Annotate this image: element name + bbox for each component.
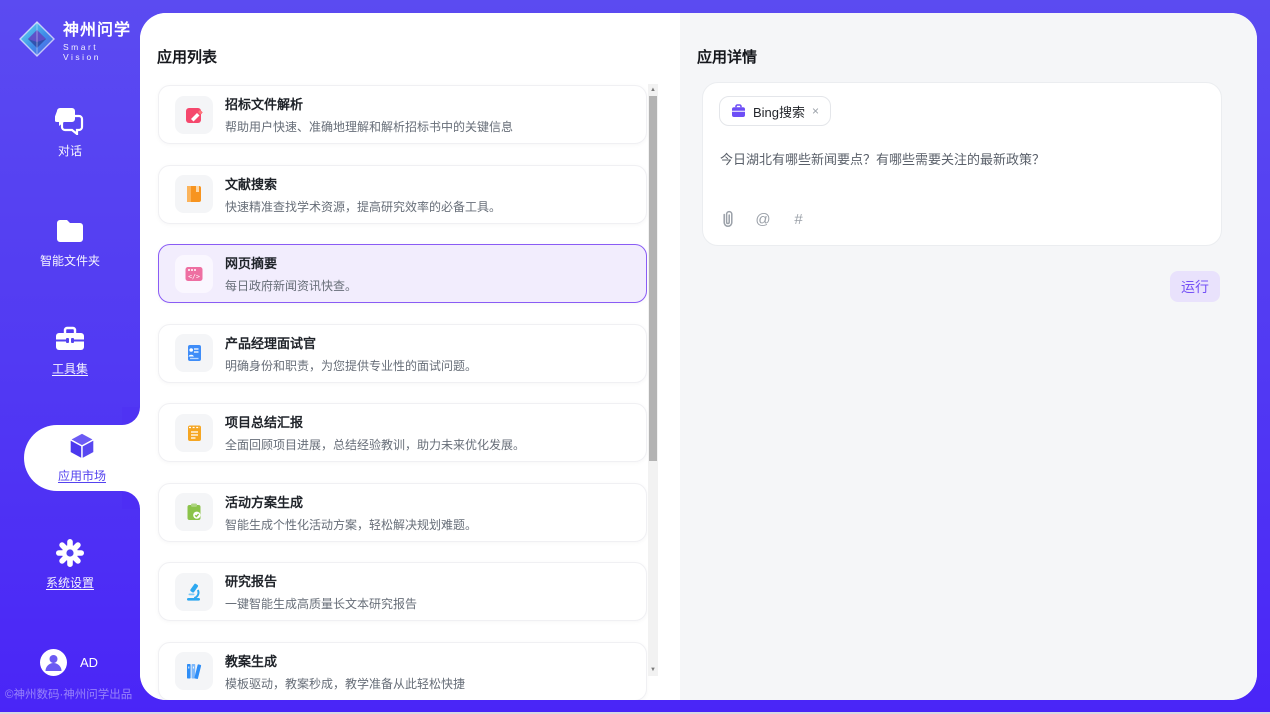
- app-list-scrollbar[interactable]: ▲ ▼: [648, 84, 658, 676]
- avatar[interactable]: [40, 649, 67, 676]
- app-icon-tile: [175, 175, 213, 213]
- note-icon: [184, 423, 204, 443]
- app-card-description: 模板驱动，教案秒成，教学准备从此轻松快捷: [225, 675, 465, 692]
- input-toolbar: @ #: [720, 210, 806, 228]
- app-card-description: 帮助用户快速、准确地理解和解析招标书中的关键信息: [225, 118, 513, 135]
- app-card-description: 快速精准查找学术资源，提高研究效率的必备工具。: [225, 198, 501, 215]
- scrollbar-thumb[interactable]: [649, 96, 657, 461]
- folder-icon: [55, 217, 85, 245]
- app-card-title: 研究报告: [225, 571, 417, 590]
- chat-icon: [55, 107, 85, 135]
- at-icon[interactable]: @: [755, 210, 771, 228]
- app-card-description: 一键智能生成高质量长文本研究报告: [225, 595, 417, 612]
- chip-close-icon[interactable]: ×: [812, 104, 819, 118]
- app-icon-tile: [175, 414, 213, 452]
- app-card-event-plan-generator[interactable]: 活动方案生成智能生成个性化活动方案，轻松解决规划难题。: [158, 483, 647, 542]
- app-card-web-summary[interactable]: </> 网页摘要每日政府新闻资讯快查。: [158, 244, 647, 303]
- sidebar-item-label: 系统设置: [46, 574, 94, 591]
- app-card-title: 产品经理面试官: [225, 333, 477, 352]
- brand-name: 神州问学: [63, 16, 140, 40]
- sidebar-item-system-settings[interactable]: 系统设置: [0, 539, 140, 591]
- app-icon-tile: [175, 493, 213, 531]
- bubble-curve-top: [122, 407, 140, 425]
- cube-icon: [67, 432, 97, 460]
- paperclip-icon[interactable]: [720, 210, 736, 228]
- app-card-project-summary-report[interactable]: 项目总结汇报全面回顾项目进展，总结经验教训，助力未来优化发展。: [158, 403, 647, 462]
- clipboard-check-icon: [184, 502, 204, 522]
- app-card-description: 每日政府新闻资讯快查。: [225, 277, 357, 294]
- main-content: 应用列表 招标文件解析帮助用户快速、准确地理解和解析招标书中的关键信息文献搜索快…: [140, 13, 1257, 700]
- browser-code-icon: </>: [184, 264, 204, 284]
- sidebar: 神州问学 Smart Vision 对话智能文件夹工具集应用市场系统设置 AD …: [0, 0, 140, 714]
- app-icon-tile: [175, 573, 213, 611]
- brand-logo: 神州问学 Smart Vision: [18, 16, 140, 62]
- app-card-literature-search[interactable]: 文献搜索快速精准查找学术资源，提高研究效率的必备工具。: [158, 165, 647, 224]
- app-list-pane: 应用列表 招标文件解析帮助用户快速、准确地理解和解析招标书中的关键信息文献搜索快…: [140, 13, 680, 700]
- query-input[interactable]: 今日湖北有哪些新闻要点？有哪些需要关注的最新政策？: [720, 150, 1200, 169]
- user-row[interactable]: AD: [40, 649, 98, 676]
- app-card-description: 全面回顾项目进展，总结经验教训，助力未来优化发展。: [225, 436, 525, 453]
- app-card-description: 智能生成个性化活动方案，轻松解决规划难题。: [225, 516, 477, 533]
- user-initials: AD: [80, 655, 98, 670]
- sidebar-item-smart-folders[interactable]: 智能文件夹: [0, 217, 140, 269]
- app-card-title: 活动方案生成: [225, 492, 477, 511]
- microscope-icon: [184, 582, 204, 602]
- app-card-pm-interviewer[interactable]: 产品经理面试官明确身份和职责，为您提供专业性的面试问题。: [158, 324, 647, 383]
- bubble-curve-bottom: [122, 491, 140, 509]
- sidebar-item-label: 工具集: [52, 360, 88, 377]
- app-card-bid-document-analysis[interactable]: 招标文件解析帮助用户快速、准确地理解和解析招标书中的关键信息: [158, 85, 647, 144]
- app-list-title: 应用列表: [157, 46, 217, 67]
- app-card-title: 网页摘要: [225, 253, 357, 272]
- scroll-up-icon[interactable]: ▲: [648, 84, 658, 96]
- sidebar-item-label: 智能文件夹: [40, 252, 100, 269]
- app-detail-title: 应用详情: [697, 46, 757, 67]
- sidebar-item-toolset[interactable]: 工具集: [0, 325, 140, 377]
- app-card-lesson-plan-generator[interactable]: 教案生成模板驱动，教案秒成，教学准备从此轻松快捷: [158, 642, 647, 701]
- run-button[interactable]: 运行: [1170, 271, 1220, 302]
- app-card-title: 文献搜索: [225, 174, 501, 193]
- app-icon-tile: [175, 652, 213, 690]
- app-card-title: 项目总结汇报: [225, 412, 525, 431]
- app-card-list: 招标文件解析帮助用户快速、准确地理解和解析招标书中的关键信息文献搜索快速精准查找…: [158, 85, 647, 700]
- sidebar-item-label: 应用市场: [58, 467, 106, 484]
- brand-subtitle: Smart Vision: [63, 42, 140, 62]
- tool-chip-label: Bing搜索: [753, 102, 805, 121]
- book-icon: [184, 184, 204, 204]
- app-card-title: 招标文件解析: [225, 94, 513, 113]
- sidebar-item-chat[interactable]: 对话: [0, 107, 140, 159]
- tool-chip-bing-search[interactable]: Bing搜索 ×: [719, 96, 831, 126]
- hash-icon[interactable]: #: [790, 210, 806, 228]
- app-card-description: 明确身份和职责，为您提供专业性的面试问题。: [225, 357, 477, 374]
- copyright-footer: ©神州数码·神州问学出品: [5, 686, 140, 702]
- scroll-down-icon[interactable]: ▼: [648, 664, 658, 676]
- app-card-research-report[interactable]: 研究报告一键智能生成高质量长文本研究报告: [158, 562, 647, 621]
- app-icon-tile: </>: [175, 255, 213, 293]
- gear-icon: [55, 539, 85, 567]
- prompt-input-card: Bing搜索 × 今日湖北有哪些新闻要点？有哪些需要关注的最新政策？ @ #: [702, 82, 1222, 246]
- edit-doc-icon: [184, 105, 204, 125]
- diamond-logo-icon: [18, 20, 56, 58]
- svg-text:</>: </>: [188, 272, 200, 280]
- app-icon-tile: [175, 334, 213, 372]
- app-card-title: 教案生成: [225, 651, 465, 670]
- books-icon: [184, 661, 204, 681]
- sidebar-item-label: 对话: [58, 142, 82, 159]
- briefcase-icon: [731, 104, 746, 118]
- resume-person-icon: [184, 343, 204, 363]
- app-icon-tile: [175, 96, 213, 134]
- sidebar-item-app-market[interactable]: 应用市场: [24, 425, 140, 491]
- app-detail-pane: 应用详情 Bing搜索 × 今日湖北有哪些新闻要点？有哪些需要关注的最新政策？ …: [680, 13, 1257, 700]
- toolbox-icon: [54, 325, 86, 353]
